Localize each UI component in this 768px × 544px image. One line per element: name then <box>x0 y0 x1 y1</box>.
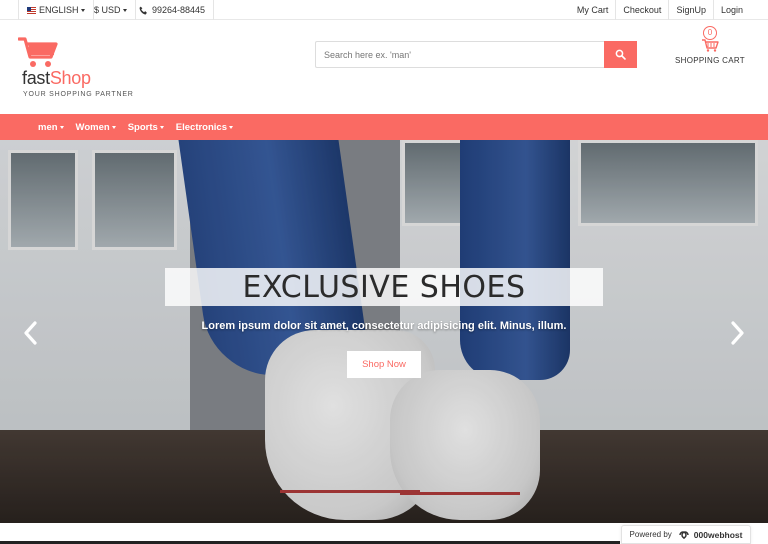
search-icon <box>615 49 626 60</box>
carousel-prev-button[interactable] <box>18 318 42 348</box>
nav-item-label: Electronics <box>175 121 227 133</box>
shop-now-button[interactable]: Shop Now <box>347 351 421 378</box>
carousel-next-button[interactable] <box>726 318 750 348</box>
caret-down-icon <box>229 125 233 129</box>
main-nav: men Women Sports Electronics <box>0 114 768 140</box>
hero-title-box: EXCLUSIVE SHOES <box>165 268 603 306</box>
nav-item-electronics[interactable]: Electronics <box>176 122 233 133</box>
site-tagline: YOUR SHOPPING PARTNER <box>23 91 134 98</box>
cart-icon <box>702 39 719 52</box>
language-selector[interactable]: ENGLISH <box>18 0 94 20</box>
site-logo-text[interactable]: fastShop <box>22 68 91 89</box>
nav-item-women[interactable]: Women <box>76 122 116 133</box>
caret-down-icon <box>159 125 164 129</box>
phone-icon <box>139 6 147 14</box>
nav-item-men[interactable]: men <box>38 122 64 133</box>
powered-by-label: Powered by <box>629 530 672 539</box>
caret-down-icon <box>59 125 64 129</box>
search-bar <box>315 41 637 68</box>
cart-label: SHOPPING CART <box>675 56 745 65</box>
hero-title: EXCLUSIVE SHOES <box>242 269 526 305</box>
currency-label: $ USD <box>94 5 121 15</box>
search-button[interactable] <box>604 41 637 68</box>
nav-item-label: Women <box>75 121 110 133</box>
hero-subtitle: Lorem ipsum dolor sit amet, consectetur … <box>201 320 567 332</box>
nav-item-label: men <box>38 121 58 133</box>
nav-item-label: Sports <box>127 121 158 133</box>
account-links: My Cart Checkout SignUp Login <box>570 0 750 20</box>
my-cart-link[interactable]: My Cart <box>570 0 616 20</box>
phone-contact: 99264-88445 <box>131 0 215 20</box>
language-label: ENGLISH <box>39 5 79 15</box>
host-logo-icon <box>679 530 689 539</box>
top-bar: ENGLISH $ USD 99264-88445 My Cart Checko… <box>0 0 768 20</box>
host-name: 000webhost <box>693 529 743 540</box>
currency-selector[interactable]: $ USD <box>86 0 136 20</box>
site-header: fastShop YOUR SHOPPING PARTNER 0 SHOPPIN… <box>0 20 768 114</box>
caret-down-icon <box>122 8 127 12</box>
cart-logo-icon[interactable] <box>18 36 58 70</box>
caret-down-icon <box>111 125 116 129</box>
uk-flag-icon <box>27 6 36 14</box>
search-input[interactable] <box>315 41 604 68</box>
hero-carousel: EXCLUSIVE SHOES Lorem ipsum dolor sit am… <box>0 140 768 523</box>
powered-by-badge[interactable]: Powered by 000webhost <box>621 525 751 544</box>
chevron-right-icon <box>731 321 744 345</box>
phone-number: 99264-88445 <box>152 5 206 15</box>
checkout-link[interactable]: Checkout <box>615 0 668 20</box>
login-link[interactable]: Login <box>712 0 750 20</box>
nav-item-sports[interactable]: Sports <box>128 122 164 133</box>
logo-text-part1: fast <box>22 68 50 88</box>
chevron-left-icon <box>24 321 37 345</box>
caret-down-icon <box>80 8 85 12</box>
logo-text-part2: Shop <box>49 68 91 88</box>
signup-link[interactable]: SignUp <box>668 0 713 20</box>
